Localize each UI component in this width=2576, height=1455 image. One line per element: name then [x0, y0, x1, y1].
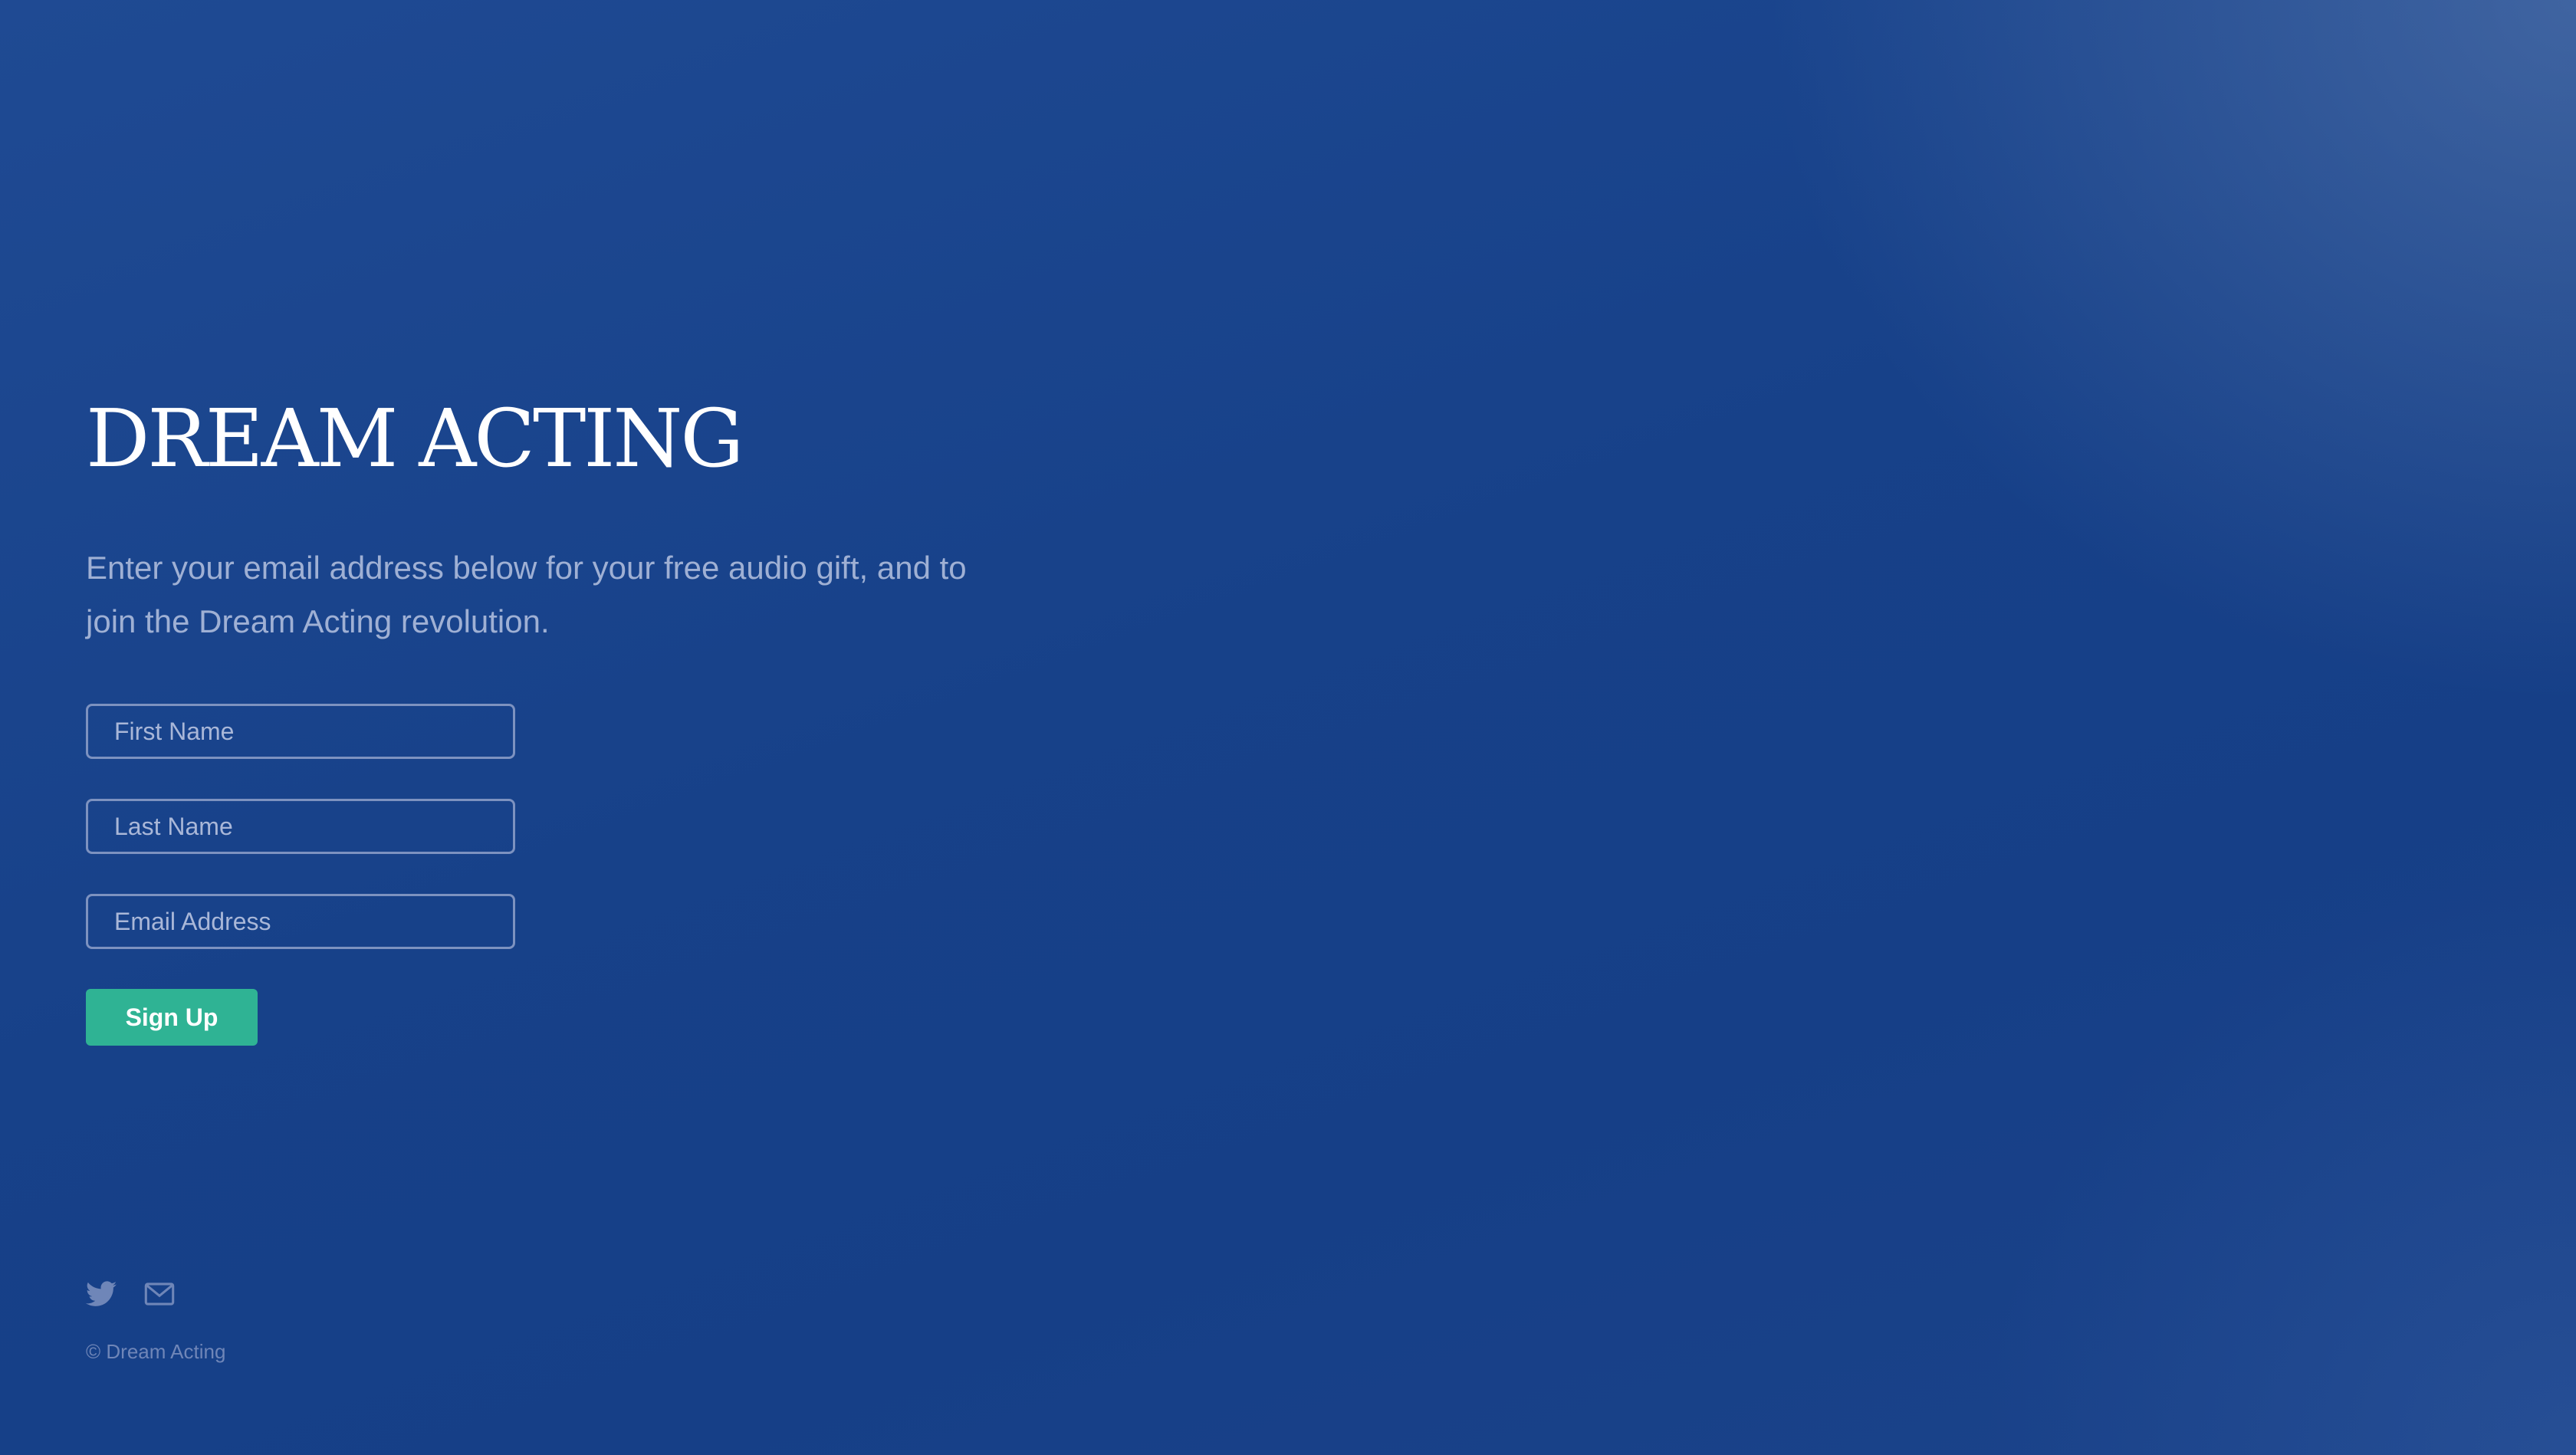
copyright-text: © Dream Acting [86, 1340, 226, 1363]
brand-title: DREAM ACTING [86, 392, 744, 485]
email-input[interactable] [86, 894, 515, 949]
intro-text: Enter your email address below for your … [86, 550, 967, 639]
mail-icon[interactable] [144, 1280, 175, 1308]
twitter-icon[interactable] [86, 1280, 117, 1308]
sign-up-button[interactable]: Sign Up [86, 989, 258, 1046]
signup-section: DREAM ACTING Enter your email address be… [86, 399, 1159, 1046]
first-name-input[interactable] [86, 704, 515, 759]
landing-page: DREAM ACTING Enter your email address be… [0, 0, 2576, 1455]
signup-form: Sign Up [86, 704, 1159, 1046]
social-links [86, 1279, 225, 1309]
footer: © Dream Acting [86, 1279, 225, 1364]
last-name-input[interactable] [86, 799, 515, 854]
